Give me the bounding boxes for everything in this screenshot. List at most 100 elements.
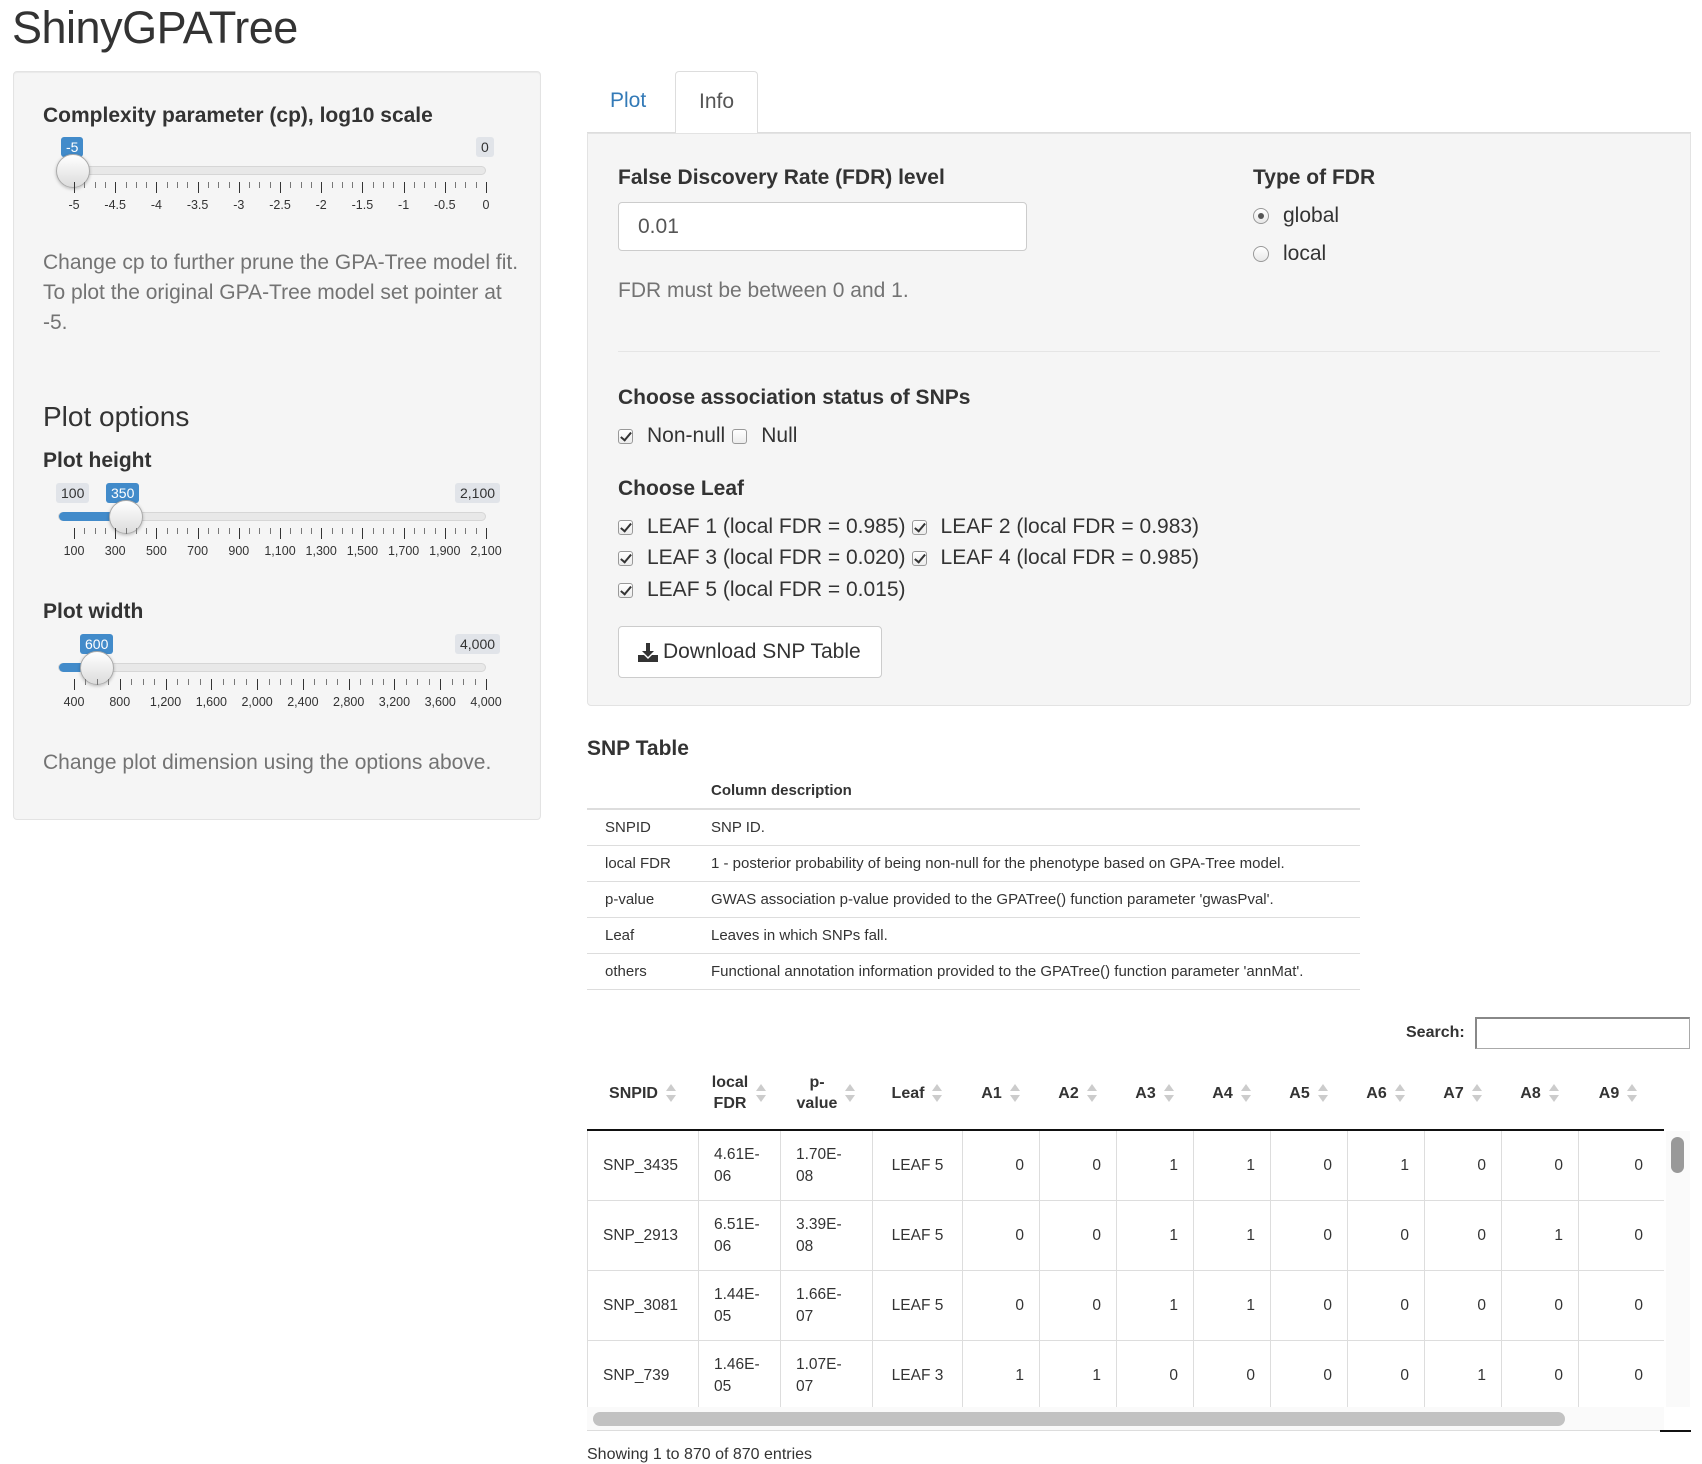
sort-icon xyxy=(845,1083,856,1103)
slider-tick xyxy=(321,182,323,193)
cell-a2: 0 xyxy=(1039,1271,1116,1341)
table-horizontal-scrollbar[interactable] xyxy=(587,1407,1664,1431)
col-header-a8[interactable]: A8 xyxy=(1501,1055,1578,1131)
table-row[interactable]: SNP_3081 1.44E- 05 1.66E- 07 LEAF 5001100000 xyxy=(587,1271,1664,1341)
slider-tick xyxy=(444,528,446,539)
fdr-type-global[interactable]: global xyxy=(1253,204,1339,228)
slider-minor-tick xyxy=(94,528,96,534)
col-header-a3[interactable]: A3 xyxy=(1116,1055,1193,1131)
fdr-type-local[interactable]: local xyxy=(1253,242,1326,266)
cell-a6: 0 xyxy=(1347,1201,1424,1271)
cell-a3: 1 xyxy=(1116,1201,1193,1271)
cell-a1: 1 xyxy=(962,1341,1039,1407)
cell-p-value-part: 08 xyxy=(796,1238,814,1255)
cell-local-fdr-part: 1.44E- xyxy=(714,1286,760,1303)
col-header-p-value[interactable]: p-value xyxy=(780,1055,872,1131)
slider-minor-tick xyxy=(393,528,395,534)
slider-minor-tick xyxy=(451,679,453,685)
col-header-a4[interactable]: A4 xyxy=(1193,1055,1270,1131)
table-row[interactable]: SNP_2913 6.51E- 06 3.39E- 08 LEAF 5001100010 xyxy=(587,1201,1664,1271)
sort-icon xyxy=(1240,1083,1251,1103)
slider-tick-label: -1.5 xyxy=(351,198,374,212)
slider-minor-tick xyxy=(331,182,333,188)
cell-p-value-part: 07 xyxy=(796,1308,814,1325)
download-snp-table-button[interactable]: Download SNP Table xyxy=(618,626,882,678)
cp-slider[interactable]: -5 0 -5 -4.5 -4 -3.5 -3 -2.5 -2 -1.5 -1 -0.5 0 xyxy=(26,137,494,237)
sort-icon xyxy=(756,1083,767,1103)
slider-minor-tick xyxy=(108,679,110,685)
checkbox-leaf-3[interactable] xyxy=(618,550,633,566)
radio-local[interactable] xyxy=(1253,246,1269,262)
fdr-type-label: Type of FDR xyxy=(1253,166,1376,189)
assoc-checkboxes: Non-null Null xyxy=(618,424,797,448)
search-input[interactable] xyxy=(1475,1017,1690,1049)
cell-a2: 0 xyxy=(1039,1201,1116,1271)
plot-width-slider[interactable]: 600 4,000 400 800 1,200 1,600 2,000 2,400 2,80… xyxy=(26,634,502,734)
slider-minor-tick xyxy=(234,679,236,685)
col-header-a7[interactable]: A7 xyxy=(1424,1055,1501,1131)
slider-minor-tick xyxy=(177,182,178,188)
col-header-a5[interactable]: A5 xyxy=(1270,1055,1347,1131)
radio-global[interactable] xyxy=(1253,208,1269,224)
col-header-a1[interactable]: A1 xyxy=(962,1055,1039,1131)
cell-snpid: SNP_3081 xyxy=(587,1271,698,1341)
desc-header-blank xyxy=(587,773,693,810)
snp-table-header: SNPID local FDR p-value Leaf A1 A2 A3 A4 … xyxy=(587,1055,1664,1131)
leaf-1-label: LEAF 1 (local FDR = 0.985) xyxy=(647,515,906,538)
checkbox-null-label: Null xyxy=(761,424,798,447)
slider-minor-tick xyxy=(300,182,302,188)
sort-icon xyxy=(1627,1083,1638,1103)
leaf-row-3: LEAF 5 (local FDR = 0.015) xyxy=(618,578,906,602)
plot-height-slider[interactable]: 100 350 2,100 100 300 500 700 900 1,100 1,300 1… xyxy=(26,483,502,583)
slider-minor-tick xyxy=(371,679,373,685)
plot-height-label: Plot height xyxy=(43,449,152,472)
cell-a2: 0 xyxy=(1039,1131,1116,1201)
horizontal-scroll-thumb[interactable] xyxy=(593,1412,1565,1426)
slider-minor-tick xyxy=(474,679,476,685)
slider-minor-tick xyxy=(405,679,407,685)
cell-snpid: SNP_2913 xyxy=(587,1201,698,1271)
fdr-level-input[interactable] xyxy=(618,202,1027,251)
slider-minor-tick xyxy=(383,182,384,188)
cell-p-value-part: 07 xyxy=(796,1378,814,1395)
tab-info[interactable]: Info xyxy=(675,71,759,134)
col-header-leaf[interactable]: Leaf xyxy=(872,1055,962,1131)
desc-col: local FDR xyxy=(587,845,693,882)
slider-tick-label: 500 xyxy=(145,544,167,558)
checkbox-leaf-2[interactable] xyxy=(911,519,927,535)
slider-minor-tick xyxy=(199,679,201,685)
p-value-line-1: p- xyxy=(809,1074,825,1091)
checkbox-leaf-5[interactable] xyxy=(618,582,633,598)
cell-local-fdr-value: 4.61E- 06 xyxy=(714,1144,760,1188)
cell-a9: 0 xyxy=(1578,1131,1658,1201)
slider-minor-tick xyxy=(207,528,209,534)
desc-col: SNPID xyxy=(587,809,693,846)
tab-plot[interactable]: Plot xyxy=(587,71,669,133)
cell-local-fdr-part: 6.51E- xyxy=(714,1216,760,1233)
slider-minor-tick xyxy=(187,182,189,188)
cell-local-fdr: 1.46E- 05 xyxy=(698,1341,780,1407)
cell-a1: 0 xyxy=(962,1131,1039,1201)
checkbox-leaf-1[interactable] xyxy=(618,519,633,535)
checkbox-non-null[interactable] xyxy=(618,428,633,444)
checkbox-leaf-4[interactable] xyxy=(911,550,927,566)
col-header-snpid[interactable]: SNPID xyxy=(587,1055,698,1131)
slider-minor-tick xyxy=(135,528,137,534)
col-header-a6[interactable]: A6 xyxy=(1347,1055,1424,1131)
col-header-a9[interactable]: A9 xyxy=(1578,1055,1658,1131)
slider-tick xyxy=(257,679,259,690)
desc-header: Column description xyxy=(693,773,1360,810)
local-fdr-line-1: local xyxy=(711,1074,749,1091)
table-row[interactable]: SNP_3435 4.61E- 06 1.70E- 08 LEAF 5001101000 xyxy=(587,1131,1664,1201)
sort-icon xyxy=(1394,1083,1405,1103)
checkbox-null[interactable] xyxy=(732,428,748,444)
slider-tick-label: 300 xyxy=(104,544,126,558)
table-vertical-scrollbar[interactable] xyxy=(1666,1131,1690,1407)
cell-a7: 0 xyxy=(1424,1271,1501,1341)
table-row[interactable]: SNP_739 1.46E- 05 1.07E- 07 LEAF 3110000100 xyxy=(587,1341,1664,1407)
col-header-local-fdr[interactable]: local FDR xyxy=(698,1055,780,1131)
plot-options-heading: Plot options xyxy=(43,401,190,432)
slider-tick xyxy=(444,182,446,193)
col-header-a2[interactable]: A2 xyxy=(1039,1055,1116,1131)
vertical-scroll-thumb[interactable] xyxy=(1671,1137,1684,1173)
